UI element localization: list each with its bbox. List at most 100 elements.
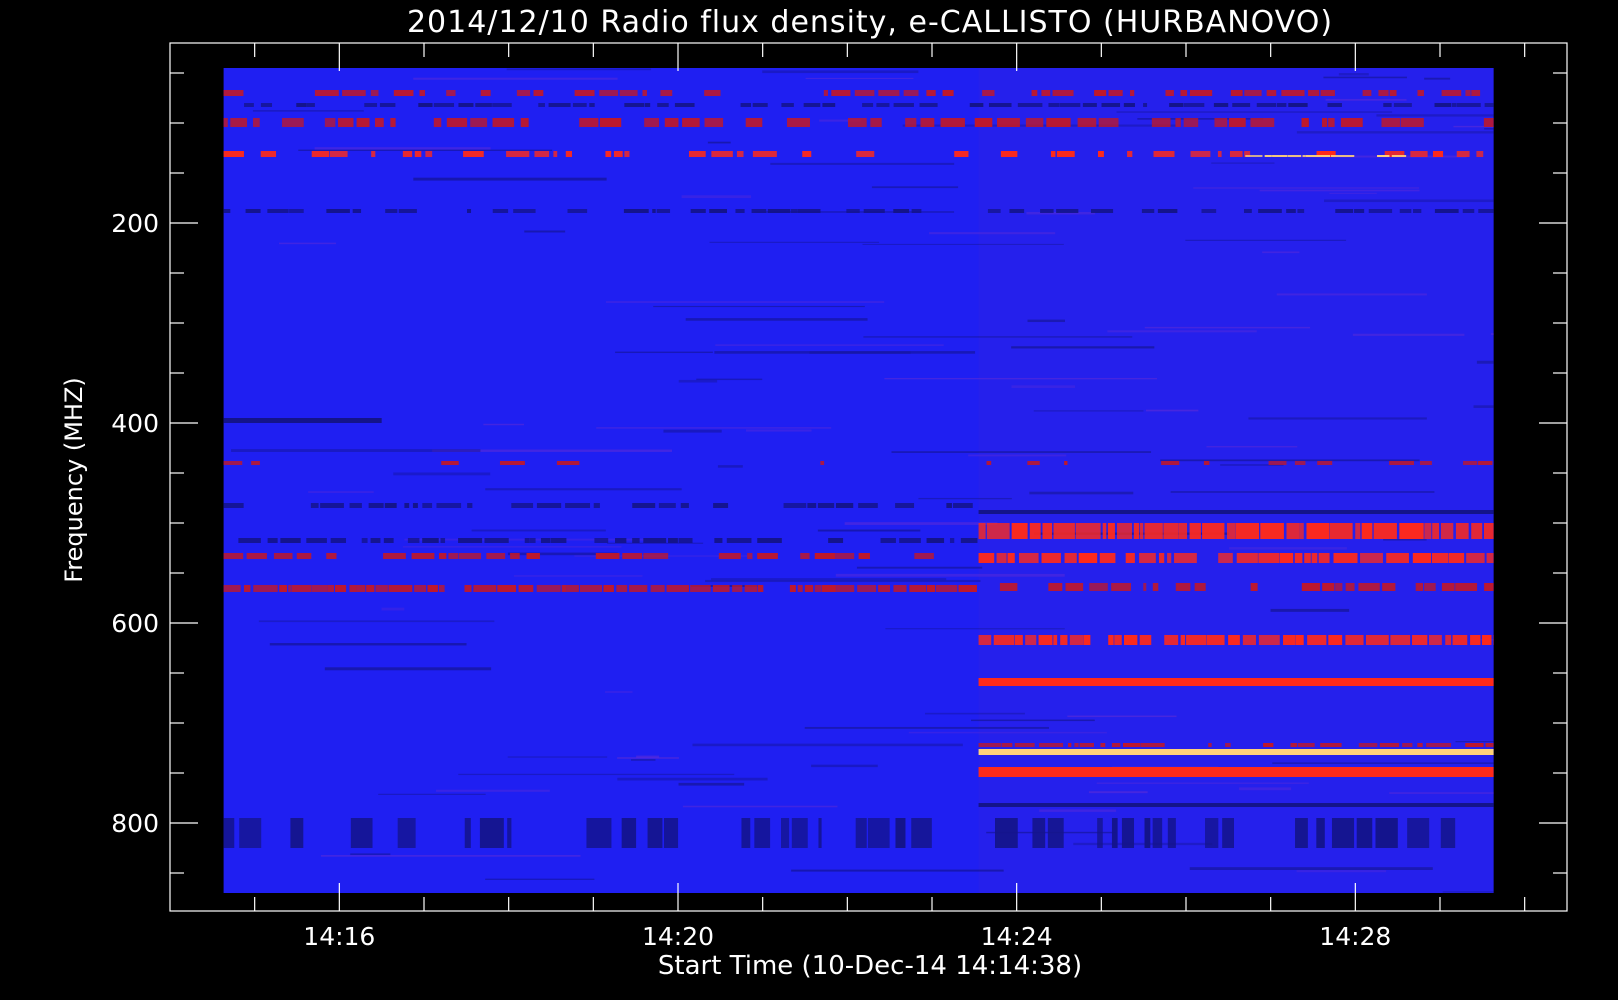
heatmap-texture [817,529,921,532]
spectral-band-segment [397,818,416,848]
spectral-band-segment [1153,151,1175,157]
spectral-band-segment [1230,90,1243,96]
spectral-band-segment [1281,90,1305,96]
spectral-band-segment [1236,553,1258,563]
spectral-band-segment [1419,461,1432,465]
spectral-band-segment [1386,553,1409,563]
spectral-band-segment [1462,209,1475,213]
heatmap-texture [929,232,1056,235]
y-tick-label: 800 [111,809,159,838]
spectral-band-segment [835,503,854,508]
spectral-band-segment [448,553,459,559]
spectral-band-segment [438,585,445,592]
heatmap-texture [1329,192,1377,195]
spectral-band-segment [1069,635,1084,645]
spectral-band-segment [1202,523,1225,539]
spectral-band-segment [1245,155,1263,157]
spectral-band-segment [1133,523,1140,539]
spectral-band-segment [1263,743,1274,747]
spectral-band-segment [1311,553,1318,563]
spectral-band-segment [1060,635,1068,645]
heatmap-texture [1276,293,1427,296]
spectral-band-segment [732,585,743,592]
spectral-band-segment [709,209,727,213]
spectral-band-segment [712,585,730,592]
spectral-band-segment [1354,209,1365,213]
heatmap-texture [871,186,959,189]
spectral-band-segment [548,103,571,107]
spectral-band-segment [1025,635,1037,645]
spectral-band-segment [1361,523,1373,539]
spectral-band-segment [326,209,350,213]
spectral-band-segment [682,118,700,127]
spectral-band-segment [1141,209,1155,213]
spectral-band-segment [1276,103,1287,107]
spectral-band-segment [1335,583,1343,591]
spectral-band-segment [464,818,471,848]
spectral-band-segment [291,585,312,592]
spectral-band-segment [804,585,814,592]
spectral-band-segment [736,151,744,157]
spectral-band-segment [342,90,366,96]
spectral-band-segment [895,818,906,848]
spectral-band-segment [1294,553,1303,563]
spectral-band-segment [516,90,531,96]
spectral-band-segment [326,553,337,559]
spectral-band-segment [458,103,474,107]
spectral-band-segment [1111,743,1121,747]
spectral-band-segment [1441,583,1455,591]
spectral-band-segment [324,118,336,127]
spectral-band-segment [1180,635,1186,645]
spectral-band-segment [1412,553,1432,563]
spectral-band-segment [223,151,244,157]
spectral-band-segment [1111,818,1118,848]
spectral-band-segment [1077,118,1097,127]
spectral-band-segment [1183,103,1205,107]
heatmap-texture [413,77,618,80]
heatmap-texture [1262,251,1300,254]
spectral-band-segment [398,209,417,213]
spectral-band-segment [986,461,992,465]
spectral-band-segment [1328,118,1335,127]
spectral-band-segment [1053,635,1058,645]
heatmap-texture [1473,405,1494,408]
spectral-band-segment [572,103,587,107]
spectral-band-segment [368,503,384,508]
spectral-band-segment [260,103,273,107]
spectral-band-segment [518,585,534,592]
heatmap-texture [524,230,566,233]
spectral-band-segment [1431,553,1449,563]
spectral-band-segment [536,585,561,592]
spectral-band-segment [223,553,244,559]
spectral-band [978,749,1494,755]
spectral-band-segment [1320,743,1342,747]
spectral-band-segment [1099,553,1116,563]
heatmap-texture [1229,547,1347,550]
heatmap-texture [605,691,633,693]
spectral-band-segment [223,585,241,592]
spectral-band-segment [846,209,860,213]
spectral-band-segment [1486,553,1494,563]
spectral-band-segment [388,585,413,592]
spectral-band-segment [492,103,512,107]
spectral-band-segment [1139,523,1144,539]
spectral-band-segment [1358,583,1380,591]
spectral-band-segment [459,553,482,559]
spectral-band-segment [320,503,344,508]
spectral-band-segment [329,151,348,157]
spectral-band-segment [306,103,315,107]
heatmap-texture [804,726,1049,729]
spectral-band-segment [1320,90,1335,96]
spectral-band-segment [1025,118,1044,127]
heatmap-texture [1248,417,1427,420]
spectral-band-segment [1329,523,1353,539]
heatmap-texture [925,712,1025,715]
spectral-band-segment [1250,583,1258,591]
heatmap-texture [1296,131,1494,134]
heatmap-texture [1259,189,1420,192]
spectral-band-segment [390,118,396,127]
spectral-band-segment [414,585,427,592]
spectral-band-segment [1373,523,1397,539]
spectral-band-segment [757,585,764,592]
spectral-band-segment [1362,90,1372,96]
